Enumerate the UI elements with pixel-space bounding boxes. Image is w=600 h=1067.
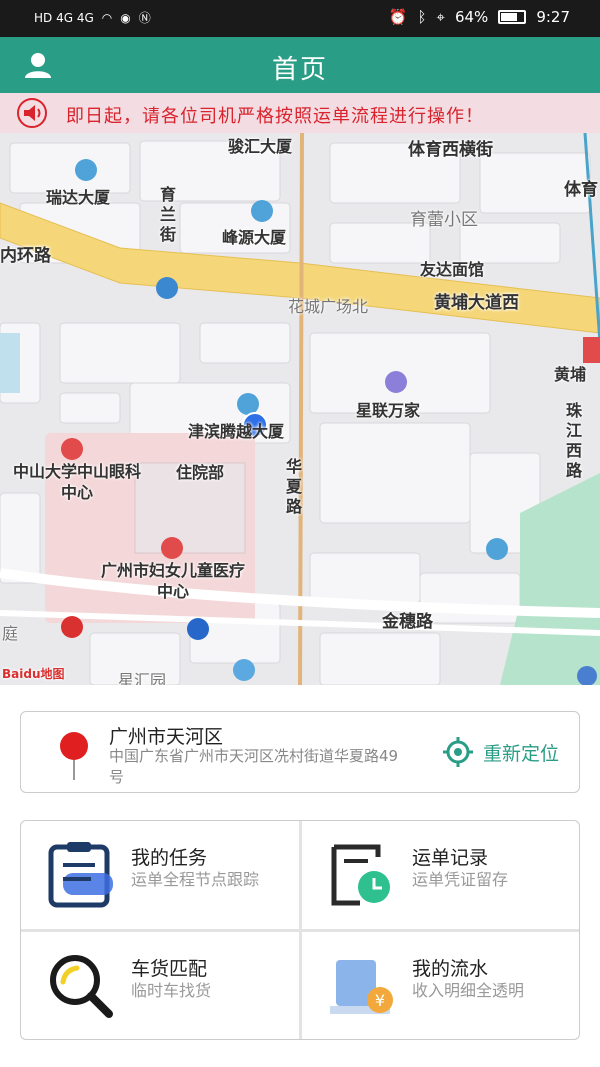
map-label: 星汇园 bbox=[118, 671, 167, 685]
my-flow-tile[interactable]: ¥ 我的流水 收入明细全透明 bbox=[302, 932, 579, 1039]
tile-title: 车货匹配 bbox=[131, 958, 208, 980]
map-label: 津滨腾越大厦 bbox=[188, 422, 285, 441]
wifi-icon: ◠ bbox=[101, 10, 113, 25]
clock-text: 9:27 bbox=[536, 8, 570, 26]
map-label: 星联万家 bbox=[356, 401, 421, 420]
app-header: 首页 bbox=[0, 37, 600, 93]
clipboard-icon bbox=[48, 842, 113, 908]
map-label: 育兰街 bbox=[160, 185, 177, 244]
status-bar: HD 4G 4G ◠ ◉ Ⓝ ⏰ ᛒ ⌖ 64% 9:27 bbox=[0, 0, 600, 37]
map-label: 珠江西路 bbox=[566, 401, 583, 480]
location-status-icon: ⌖ bbox=[436, 8, 445, 26]
map-label: 华夏路 bbox=[286, 457, 303, 516]
notice-banner[interactable]: 即日起，请各位司机严格按照运单流程进行操作！ bbox=[0, 93, 600, 133]
tile-title: 运单记录 bbox=[412, 847, 489, 869]
record-clock-icon bbox=[331, 844, 390, 906]
map-label: 峰源大厦 bbox=[222, 228, 287, 247]
location-card: 广州市天河区 中国广东省广州市天河区冼村街道华夏路49号 重新定位 bbox=[20, 711, 580, 793]
map-label: 金穗路 bbox=[382, 612, 433, 632]
map-label: 内环路 bbox=[0, 246, 51, 266]
map-label: 体育 bbox=[564, 180, 598, 200]
network-text: HD 4G 4G bbox=[34, 10, 94, 25]
location-address: 中国广东省广州市天河区冼村街道华夏路49号 bbox=[109, 747, 399, 786]
tile-subtitle: 收入明细全透明 bbox=[412, 981, 525, 1000]
locate-target-icon bbox=[442, 737, 473, 767]
my-tasks-tile[interactable]: 我的任务 运单全程节点跟踪 bbox=[21, 821, 299, 929]
tile-title: 我的任务 bbox=[131, 847, 208, 869]
network-indicators: HD 4G 4G ◠ ◉ Ⓝ bbox=[34, 9, 151, 26]
bluetooth-icon: ᛒ bbox=[417, 8, 427, 26]
map-view[interactable]: 骏汇大厦 体育西横街 体育 瑞达大厦 育兰街 峰源大厦 育蕾小区 内环路 友达面… bbox=[0, 133, 600, 685]
eye-icon: ◉ bbox=[120, 10, 131, 25]
map-label: 庭 bbox=[2, 624, 19, 643]
page-title: 首页 bbox=[271, 55, 328, 85]
map-label: 广州市妇女儿童医疗中心 bbox=[100, 561, 245, 601]
relocate-label: 重新定位 bbox=[482, 742, 559, 765]
map-label: 住院部 bbox=[176, 463, 225, 482]
magnifier-icon bbox=[50, 955, 113, 1018]
wallet-yuan-icon: ¥ bbox=[330, 960, 393, 1014]
map-label: 黄埔大道西 bbox=[434, 293, 519, 313]
map-label: 骏汇大厦 bbox=[228, 137, 293, 156]
map-label: 瑞达大厦 bbox=[46, 188, 111, 207]
svg-text:¥: ¥ bbox=[375, 991, 385, 1010]
tile-title: 我的流水 bbox=[412, 958, 489, 980]
map-label: 育蕾小区 bbox=[410, 210, 478, 230]
notice-text: 即日起，请各位司机严格按照运单流程进行操作！ bbox=[66, 106, 484, 127]
cargo-match-tile[interactable]: 车货匹配 临时车找货 bbox=[21, 932, 299, 1039]
relocate-button[interactable]: 重新定位 bbox=[442, 737, 559, 767]
battery-text: 64% bbox=[454, 8, 489, 26]
map-pin-icon bbox=[60, 732, 88, 780]
tile-subtitle: 临时车找货 bbox=[131, 981, 212, 1000]
nfc-icon: Ⓝ bbox=[138, 11, 151, 25]
speaker-icon bbox=[17, 98, 47, 128]
alarm-icon: ⏰ bbox=[388, 8, 408, 26]
map-label: 黄埔 bbox=[554, 365, 587, 384]
battery-icon bbox=[498, 10, 527, 24]
feature-grid: 我的任务 运单全程节点跟踪 运单记录 运单凭证留存 车货匹配 临时车找货 ¥ 我… bbox=[20, 820, 580, 1040]
waybill-records-tile[interactable]: 运单记录 运单凭证留存 bbox=[302, 821, 579, 929]
tile-subtitle: 运单凭证留存 bbox=[412, 870, 509, 889]
map-label: 友达面馆 bbox=[420, 260, 485, 279]
map-canvas bbox=[0, 133, 600, 685]
map-label: 花城广场北 bbox=[288, 297, 369, 316]
system-indicators: ⏰ ᛒ ⌖ 64% 9:27 bbox=[389, 8, 570, 26]
location-city: 广州市天河区 bbox=[109, 726, 224, 748]
baidu-map-logo: Baidu地图 bbox=[2, 667, 65, 681]
map-label: 体育西横街 bbox=[408, 140, 493, 160]
tile-subtitle: 运单全程节点跟踪 bbox=[131, 870, 260, 889]
map-label: 中山大学中山眼科中心 bbox=[12, 462, 141, 502]
